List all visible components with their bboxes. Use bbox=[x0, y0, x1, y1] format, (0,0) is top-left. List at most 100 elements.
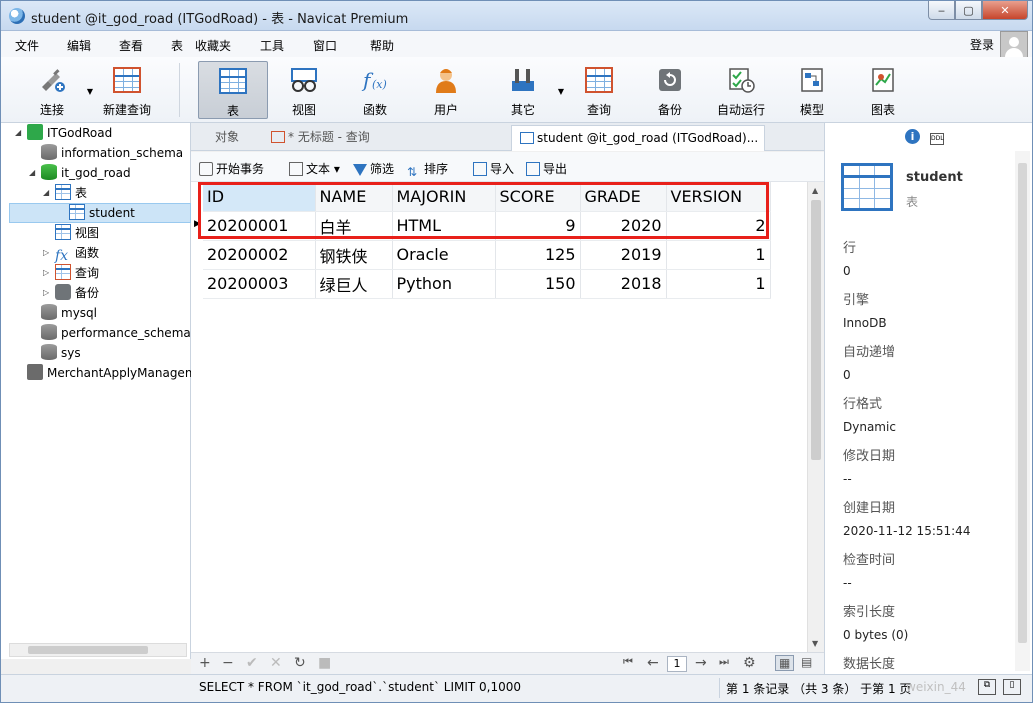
info-panel-scrollbar[interactable] bbox=[1015, 151, 1030, 671]
scroll-up-arrow-icon[interactable]: ▲ bbox=[812, 186, 818, 195]
expand-triangle-icon[interactable]: ▷ bbox=[43, 283, 49, 303]
refresh-icon[interactable]: ↻ bbox=[294, 655, 306, 671]
cell-version[interactable]: 1 bbox=[666, 240, 771, 270]
user-avatar-icon[interactable] bbox=[1000, 31, 1028, 59]
delete-record-icon[interactable]: − bbox=[222, 655, 234, 671]
menu-file[interactable]: 文件 bbox=[15, 37, 39, 54]
first-page-icon[interactable]: ⏮ bbox=[623, 655, 633, 669]
info-icon[interactable]: i bbox=[905, 129, 920, 144]
begin-transaction-button[interactable]: 开始事务 bbox=[199, 160, 264, 177]
tree-node-db-mysql[interactable]: mysql bbox=[41, 303, 97, 323]
discard-changes-icon[interactable]: ✕ bbox=[270, 655, 282, 671]
view-button[interactable]: 视图 bbox=[269, 61, 339, 119]
cell-grade[interactable]: 2019 bbox=[580, 240, 667, 270]
next-page-icon[interactable]: → bbox=[695, 655, 707, 671]
last-page-icon[interactable]: ⏭ bbox=[719, 655, 729, 669]
grid-vertical-scrollbar[interactable]: ▲ ▼ bbox=[807, 182, 824, 652]
grid-view-icon[interactable]: ▦ bbox=[775, 655, 795, 671]
column-header-name[interactable]: NAME bbox=[315, 182, 393, 212]
query-button[interactable]: 查询 bbox=[564, 61, 634, 119]
other-button[interactable]: 其它 ▼ bbox=[488, 61, 564, 119]
previous-page-icon[interactable]: ← bbox=[647, 655, 659, 671]
cell-id[interactable]: 20200001 bbox=[203, 211, 316, 241]
menu-table[interactable]: 表 bbox=[171, 37, 183, 54]
column-header-score[interactable]: SCORE bbox=[495, 182, 581, 212]
collapse-triangle-icon[interactable]: ◢ bbox=[15, 123, 21, 143]
tab-untitled-query[interactable]: * 无标题 - 查询 bbox=[263, 125, 378, 151]
scrollbar-thumb[interactable] bbox=[28, 646, 148, 654]
cell-name[interactable]: 白羊 bbox=[315, 211, 393, 241]
tree-node-connection-merchant[interactable]: MerchantApplyManagem bbox=[27, 363, 197, 383]
model-button[interactable]: 模型 bbox=[777, 61, 847, 119]
scrollbar-thumb[interactable] bbox=[1018, 163, 1027, 643]
cell-score[interactable]: 9 bbox=[495, 211, 581, 241]
new-query-button[interactable]: 新建查询 bbox=[92, 61, 162, 119]
column-header-grade[interactable]: GRADE bbox=[580, 182, 667, 212]
tree-node-backups-group[interactable]: ▷ 备份 bbox=[43, 283, 99, 303]
cell-majorin[interactable]: Python bbox=[392, 269, 496, 299]
settings-gear-icon[interactable]: ⚙ bbox=[743, 655, 756, 671]
text-button[interactable]: 文本 ▾ bbox=[289, 160, 340, 177]
scroll-down-arrow-icon[interactable]: ▼ bbox=[812, 639, 818, 648]
tree-node-db-performance-schema[interactable]: performance_schema bbox=[41, 323, 191, 343]
tree-node-queries-group[interactable]: ▷ 查询 bbox=[43, 263, 99, 283]
scrollbar-thumb[interactable] bbox=[811, 200, 821, 460]
tab-student-table[interactable]: student @it_god_road (ITGodRoad)... bbox=[511, 125, 765, 151]
page-number-input[interactable]: 1 bbox=[667, 656, 687, 672]
import-button[interactable]: 导入 bbox=[473, 160, 514, 177]
maximize-button[interactable]: ▢ bbox=[955, 1, 982, 20]
table-row[interactable]: 20200002 钢铁侠 Oracle 125 2019 1 bbox=[203, 240, 771, 270]
cell-id[interactable]: 20200002 bbox=[203, 240, 316, 270]
cell-id[interactable]: 20200003 bbox=[203, 269, 316, 299]
cell-name[interactable]: 钢铁侠 bbox=[315, 240, 393, 270]
login-link[interactable]: 登录 bbox=[970, 36, 994, 53]
connect-button[interactable]: 连接 ▼ bbox=[17, 61, 93, 119]
minimize-button[interactable]: ‒ bbox=[928, 1, 955, 20]
tree-node-views-group[interactable]: 视图 bbox=[55, 223, 99, 243]
add-record-icon[interactable]: + bbox=[199, 655, 211, 671]
menu-view[interactable]: 查看 bbox=[119, 37, 143, 54]
cell-grade[interactable]: 2018 bbox=[580, 269, 667, 299]
chart-button[interactable]: 图表 bbox=[848, 61, 918, 119]
menu-help[interactable]: 帮助 bbox=[370, 37, 394, 54]
auto-run-button[interactable]: 自动运行 bbox=[706, 61, 776, 119]
ddl-icon[interactable]: DDL bbox=[930, 133, 944, 145]
collapse-triangle-icon[interactable]: ◢ bbox=[43, 183, 49, 203]
tree-node-tables-group[interactable]: ◢ 表 bbox=[43, 183, 87, 203]
column-header-version[interactable]: VERSION bbox=[666, 182, 771, 212]
backup-button[interactable]: 备份 bbox=[635, 61, 705, 119]
tree-node-connection-itgodroad[interactable]: ◢ ITGodRoad bbox=[15, 123, 112, 143]
column-header-id[interactable]: ID bbox=[203, 182, 316, 212]
form-view-icon[interactable]: ▤ bbox=[801, 655, 812, 669]
apply-changes-icon[interactable]: ✔ bbox=[246, 655, 258, 671]
filter-button[interactable]: 筛选 bbox=[353, 160, 394, 177]
stop-icon[interactable]: ■ bbox=[318, 655, 331, 671]
cell-score[interactable]: 125 bbox=[495, 240, 581, 270]
cell-version[interactable]: 2 bbox=[666, 211, 771, 241]
menu-tools[interactable]: 工具 bbox=[260, 37, 284, 54]
tree-horizontal-scrollbar[interactable] bbox=[9, 643, 187, 657]
tab-objects[interactable]: 对象 bbox=[207, 125, 247, 151]
menu-favorites[interactable]: 收藏夹 bbox=[195, 37, 231, 54]
export-button[interactable]: 导出 bbox=[526, 160, 567, 177]
cell-majorin[interactable]: HTML bbox=[392, 211, 496, 241]
tree-node-db-sys[interactable]: sys bbox=[41, 343, 81, 363]
table-row[interactable]: 20200003 绿巨人 Python 150 2018 1 bbox=[203, 269, 771, 299]
tree-node-db-it-god-road[interactable]: ◢ it_god_road bbox=[29, 163, 131, 183]
table-row[interactable]: 20200001 白羊 HTML 9 2020 2 bbox=[203, 211, 771, 241]
collapse-triangle-icon[interactable]: ◢ bbox=[29, 163, 35, 183]
tree-node-table-student[interactable]: student bbox=[69, 203, 135, 223]
panel-toggle-icon[interactable]: ▯ bbox=[1003, 679, 1021, 695]
cell-grade[interactable]: 2020 bbox=[580, 211, 667, 241]
expand-triangle-icon[interactable]: ▷ bbox=[43, 263, 49, 283]
tree-node-functions-group[interactable]: ▷ fx 函数 bbox=[43, 243, 99, 264]
cell-score[interactable]: 150 bbox=[495, 269, 581, 299]
menu-edit[interactable]: 编辑 bbox=[67, 37, 91, 54]
expand-triangle-icon[interactable]: ▷ bbox=[43, 243, 49, 263]
cell-version[interactable]: 1 bbox=[666, 269, 771, 299]
column-header-majorin[interactable]: MAJORIN bbox=[392, 182, 496, 212]
menu-window[interactable]: 窗口 bbox=[313, 37, 337, 54]
layout-toggle-icon[interactable]: ⧉ bbox=[978, 679, 996, 695]
cell-name[interactable]: 绿巨人 bbox=[315, 269, 393, 299]
cell-majorin[interactable]: Oracle bbox=[392, 240, 496, 270]
